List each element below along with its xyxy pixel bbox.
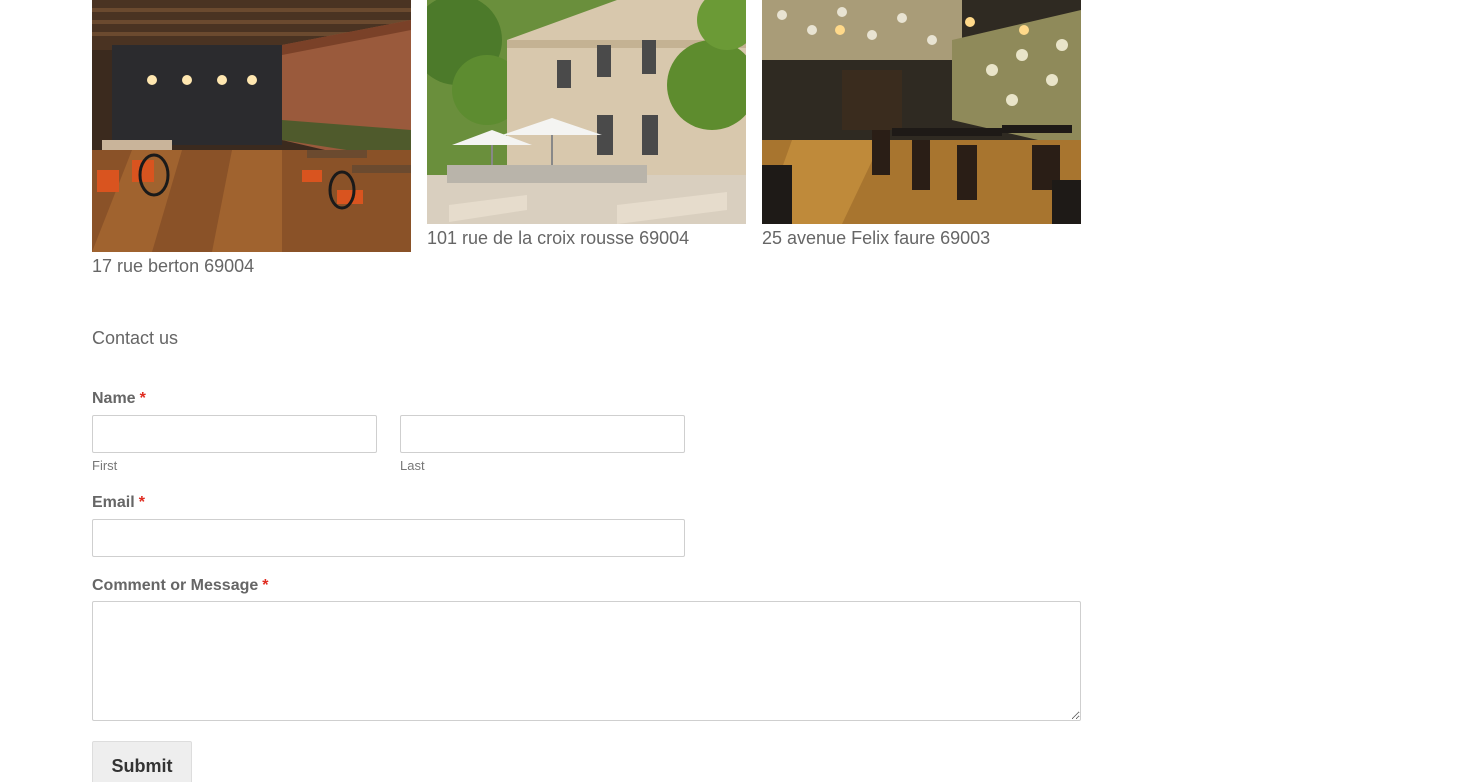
location-card-1: 17 rue berton 69004 xyxy=(92,0,411,279)
name-label: Name * xyxy=(92,389,146,409)
contact-title: Contact us xyxy=(92,328,179,348)
required-marker: * xyxy=(262,577,269,594)
location-card-2: 101 rue de la croix rousse 69004 xyxy=(427,0,746,251)
submit-button[interactable]: Submit xyxy=(92,741,192,782)
message-textarea[interactable] xyxy=(92,601,1081,721)
page: 17 rue berton 69004 101 rue de la croix … xyxy=(0,0,1468,782)
last-name-input[interactable] xyxy=(400,415,685,453)
restaurant-dining-room-photo xyxy=(762,0,1081,224)
restaurant-interior-photo xyxy=(92,0,411,252)
message-label-text: Comment or Message xyxy=(92,577,259,594)
email-label: Email * xyxy=(92,493,145,513)
message-label: Comment or Message * xyxy=(92,576,269,596)
email-input[interactable] xyxy=(92,519,685,557)
required-marker: * xyxy=(139,390,146,407)
first-name-input[interactable] xyxy=(92,415,377,453)
building-terrace-photo xyxy=(427,0,746,224)
location-address: 101 rue de la croix rousse 69004 xyxy=(427,228,690,248)
last-name-sublabel: Last xyxy=(400,458,425,473)
location-address: 25 avenue Felix faure 69003 xyxy=(762,228,991,248)
first-name-sublabel: First xyxy=(92,458,118,473)
location-address: 17 rue berton 69004 xyxy=(92,256,255,276)
location-card-3: 25 avenue Felix faure 69003 xyxy=(762,0,1081,251)
email-label-text: Email xyxy=(92,494,135,511)
required-marker: * xyxy=(138,494,145,511)
name-label-text: Name xyxy=(92,390,136,407)
